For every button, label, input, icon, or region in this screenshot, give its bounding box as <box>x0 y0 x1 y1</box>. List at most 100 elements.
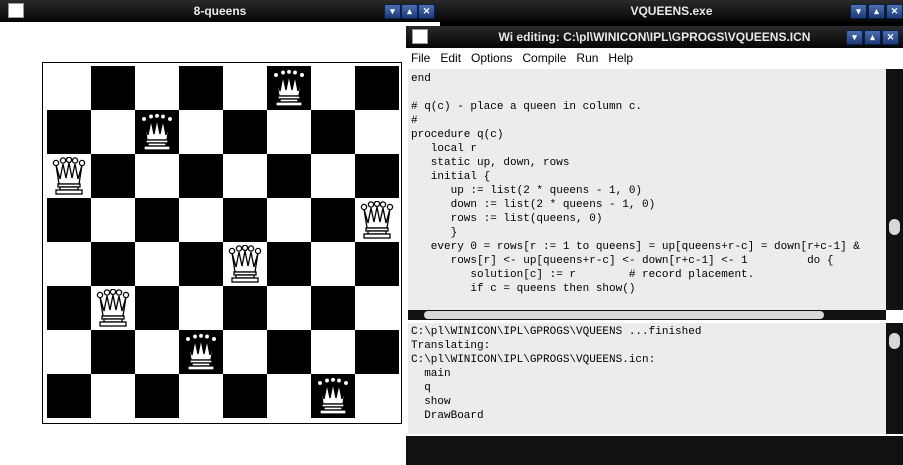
board-square[interactable] <box>223 330 267 374</box>
board-square[interactable] <box>267 330 311 374</box>
scrollbar-thumb[interactable] <box>889 219 900 235</box>
editor-titlebar[interactable]: Wi editing: C:\pl\WINICON\IPL\GPROGS\VQU… <box>406 26 903 48</box>
code-editor[interactable]: end # q(c) - place a queen in column c. … <box>408 69 886 310</box>
board-square[interactable] <box>91 286 135 330</box>
code-horizontal-scrollbar[interactable] <box>408 310 886 320</box>
board-square[interactable] <box>311 154 355 198</box>
board-square[interactable] <box>91 330 135 374</box>
menu-bar: File Edit Options Compile Run Help <box>406 48 903 68</box>
board-square[interactable] <box>311 286 355 330</box>
close-icon[interactable]: ✕ <box>882 30 899 45</box>
output-pane[interactable]: C:\pl\WINICON\IPL\GPROGS\VQUEENS ...fini… <box>408 323 886 434</box>
menu-compile[interactable]: Compile <box>517 48 571 68</box>
board-square[interactable] <box>47 110 91 154</box>
board-square[interactable] <box>47 330 91 374</box>
code-vertical-scrollbar[interactable] <box>886 69 903 310</box>
board-square[interactable] <box>135 330 179 374</box>
board-square[interactable] <box>355 154 399 198</box>
vqueens-exe-titlebar[interactable]: VQUEENS.exe ▾ ▴ ✕ <box>440 0 903 22</box>
scrollbar-thumb[interactable] <box>424 311 824 319</box>
minimize-icon[interactable]: ▾ <box>384 4 401 19</box>
board-square[interactable] <box>91 154 135 198</box>
restore-icon[interactable]: ▴ <box>401 4 418 19</box>
editor-status-area <box>406 436 903 465</box>
board-square[interactable] <box>355 110 399 154</box>
board-square[interactable] <box>267 198 311 242</box>
board-square[interactable] <box>47 242 91 286</box>
queens-titlebar[interactable]: 8-queens ▾ ▴ ✕ <box>0 0 440 22</box>
output-text: C:\pl\WINICON\IPL\GPROGS\VQUEENS ...fini… <box>411 326 702 422</box>
board-square[interactable] <box>179 198 223 242</box>
menu-options[interactable]: Options <box>466 48 517 68</box>
menu-run[interactable]: Run <box>571 48 603 68</box>
board-square[interactable] <box>179 110 223 154</box>
board-square[interactable] <box>135 198 179 242</box>
board-square[interactable] <box>91 66 135 110</box>
board-square[interactable] <box>311 66 355 110</box>
board-square[interactable] <box>355 66 399 110</box>
board-square[interactable] <box>267 286 311 330</box>
board-square[interactable] <box>223 154 267 198</box>
board-square[interactable] <box>91 374 135 418</box>
board-square[interactable] <box>267 242 311 286</box>
menu-edit[interactable]: Edit <box>435 48 466 68</box>
board-square[interactable] <box>91 198 135 242</box>
board-square[interactable] <box>135 66 179 110</box>
minimize-icon[interactable]: ▾ <box>846 30 863 45</box>
board-square[interactable] <box>223 286 267 330</box>
board-square[interactable] <box>47 198 91 242</box>
board-square[interactable] <box>179 286 223 330</box>
board-square[interactable] <box>179 242 223 286</box>
board-square[interactable] <box>135 110 179 154</box>
board-square[interactable] <box>223 66 267 110</box>
board-square[interactable] <box>179 330 223 374</box>
menu-file[interactable]: File <box>406 48 435 68</box>
board-square[interactable] <box>179 374 223 418</box>
board-square[interactable] <box>91 242 135 286</box>
board-square[interactable] <box>267 154 311 198</box>
board-square[interactable] <box>311 242 355 286</box>
menu-help[interactable]: Help <box>603 48 638 68</box>
output-vertical-scrollbar[interactable] <box>886 323 903 434</box>
board-square[interactable] <box>311 330 355 374</box>
queens-window-title: 8-queens <box>193 4 247 18</box>
minimize-icon[interactable]: ▾ <box>850 4 867 19</box>
scrollbar-thumb[interactable] <box>889 333 900 349</box>
board-square[interactable] <box>267 66 311 110</box>
code-text[interactable]: end # q(c) - place a queen in column c. … <box>408 69 886 296</box>
board-square[interactable] <box>355 330 399 374</box>
close-icon[interactable]: ✕ <box>886 4 903 19</box>
board-square[interactable] <box>223 198 267 242</box>
board-square[interactable] <box>223 242 267 286</box>
board-square[interactable] <box>355 374 399 418</box>
restore-icon[interactable]: ▴ <box>868 4 885 19</box>
board-square[interactable] <box>47 374 91 418</box>
board-square[interactable] <box>47 154 91 198</box>
board-square[interactable] <box>47 286 91 330</box>
board-square[interactable] <box>311 374 355 418</box>
board-square[interactable] <box>135 286 179 330</box>
queens-window: 8-queens ▾ ▴ ✕ <box>0 0 440 465</box>
board-square[interactable] <box>135 242 179 286</box>
board-square[interactable] <box>223 374 267 418</box>
chess-board[interactable] <box>47 66 399 418</box>
editor-window: Wi editing: C:\pl\WINICON\IPL\GPROGS\VQU… <box>406 26 903 465</box>
board-square[interactable] <box>47 66 91 110</box>
board-square[interactable] <box>355 286 399 330</box>
board-square[interactable] <box>355 198 399 242</box>
board-square[interactable] <box>179 66 223 110</box>
close-icon[interactable]: ✕ <box>418 4 435 19</box>
board-square[interactable] <box>135 154 179 198</box>
board-square[interactable] <box>311 110 355 154</box>
board-square[interactable] <box>311 198 355 242</box>
board-square[interactable] <box>267 110 311 154</box>
board-square[interactable] <box>91 110 135 154</box>
editor-window-title: Wi editing: C:\pl\WINICON\IPL\GPROGS\VQU… <box>498 30 811 44</box>
board-square[interactable] <box>223 110 267 154</box>
board-square[interactable] <box>135 374 179 418</box>
board-square[interactable] <box>355 242 399 286</box>
queen-icon <box>316 376 350 415</box>
board-square[interactable] <box>267 374 311 418</box>
restore-icon[interactable]: ▴ <box>864 30 881 45</box>
board-square[interactable] <box>179 154 223 198</box>
